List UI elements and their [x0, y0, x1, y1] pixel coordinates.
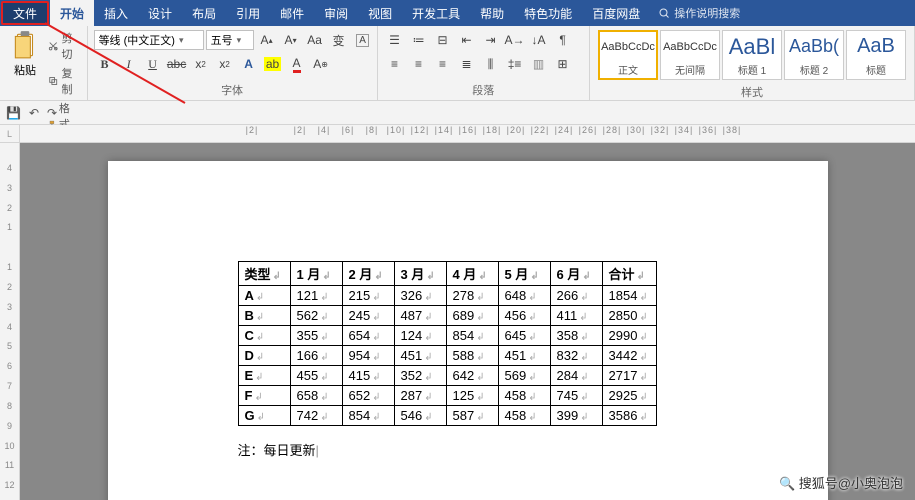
- indent-inc-button[interactable]: ⇥: [480, 30, 502, 50]
- borders-button[interactable]: ⊞: [552, 54, 574, 74]
- cut-button[interactable]: 剪切: [48, 30, 81, 62]
- tab-帮助[interactable]: 帮助: [470, 0, 514, 26]
- menu-tabs: 文件 开始 插入设计布局引用邮件审阅视图开发工具帮助特色功能百度网盘 操作说明搜…: [0, 0, 915, 26]
- bold-button[interactable]: B: [94, 54, 116, 74]
- undo-button[interactable]: ↶: [29, 106, 39, 120]
- phonetic-guide-icon[interactable]: 变: [328, 30, 350, 50]
- tab-特色功能[interactable]: 特色功能: [514, 0, 582, 26]
- group-label-font: 字体: [94, 80, 371, 100]
- style-标题 2[interactable]: AaBb(标题 2: [784, 30, 844, 80]
- show-marks-button[interactable]: ¶: [552, 30, 574, 50]
- copy-button[interactable]: 复制: [48, 65, 81, 97]
- data-table[interactable]: 类型↲1 月↲2 月↲3 月↲4 月↲5 月↲6 月↲合计↲A↲121↲215↲…: [238, 261, 657, 426]
- underline-button[interactable]: U: [142, 54, 164, 74]
- note-text: 注：每日更新|: [238, 440, 728, 459]
- enclose-char-button[interactable]: A⊕: [310, 54, 332, 74]
- style-正文[interactable]: AaBbCcDc正文: [598, 30, 658, 80]
- tab-开发工具[interactable]: 开发工具: [402, 0, 470, 26]
- italic-button[interactable]: I: [118, 54, 140, 74]
- horizontal-ruler[interactable]: |2||2||4||6||8||10||12||14||16||18||20||…: [20, 125, 915, 143]
- align-left-button[interactable]: ≡: [384, 54, 406, 74]
- group-label-styles: 样式: [596, 82, 908, 102]
- justify-button[interactable]: ≣: [456, 54, 478, 74]
- quick-access-toolbar: 💾 ↶ ↷: [0, 101, 915, 125]
- strikethrough-button[interactable]: abc: [166, 54, 188, 74]
- shrink-font-icon[interactable]: A▾: [280, 30, 302, 50]
- numbering-button[interactable]: ≔: [408, 30, 430, 50]
- text-effects-button[interactable]: A: [238, 54, 260, 74]
- watermark: 🔍 搜狐号@小奥泡泡: [779, 473, 903, 492]
- superscript-button[interactable]: x2: [214, 54, 236, 74]
- style-标题 1[interactable]: AaBl标题 1: [722, 30, 782, 80]
- align-right-button[interactable]: ≡: [432, 54, 454, 74]
- tab-视图[interactable]: 视图: [358, 0, 402, 26]
- indent-dec-button[interactable]: ⇤: [456, 30, 478, 50]
- font-size-select[interactable]: 五号▾: [206, 30, 254, 50]
- shading-button[interactable]: ▥: [528, 54, 550, 74]
- tab-home[interactable]: 开始: [50, 0, 94, 26]
- grow-font-icon[interactable]: A▴: [256, 30, 278, 50]
- font-name-select[interactable]: 等线 (中文正文)▾: [94, 30, 204, 50]
- highlight-button[interactable]: ab: [262, 54, 284, 74]
- document-area[interactable]: 类型↲1 月↲2 月↲3 月↲4 月↲5 月↲6 月↲合计↲A↲121↲215↲…: [20, 143, 915, 500]
- group-label-paragraph: 段落: [384, 80, 583, 100]
- redo-button[interactable]: ↷: [47, 106, 57, 120]
- ruler-corner: L: [0, 125, 20, 143]
- sort-button[interactable]: ↓A: [528, 30, 550, 50]
- tab-审阅[interactable]: 审阅: [314, 0, 358, 26]
- page: 类型↲1 月↲2 月↲3 月↲4 月↲5 月↲6 月↲合计↲A↲121↲215↲…: [108, 161, 828, 500]
- clear-format-icon[interactable]: A: [352, 30, 374, 50]
- tab-插入[interactable]: 插入: [94, 0, 138, 26]
- distribute-button[interactable]: ⫼: [480, 54, 502, 74]
- tab-百度网盘[interactable]: 百度网盘: [582, 0, 650, 26]
- style-标题[interactable]: AaB标题: [846, 30, 906, 80]
- multilevel-button[interactable]: ⊟: [432, 30, 454, 50]
- tab-布局[interactable]: 布局: [182, 0, 226, 26]
- style-无间隔[interactable]: AaBbCcDc无间隔: [660, 30, 720, 80]
- tab-引用[interactable]: 引用: [226, 0, 270, 26]
- vertical-ruler[interactable]: 4321123456789101112: [0, 143, 20, 500]
- save-button[interactable]: 💾: [6, 106, 21, 120]
- align-center-button[interactable]: ≡: [408, 54, 430, 74]
- tab-设计[interactable]: 设计: [138, 0, 182, 26]
- tab-邮件[interactable]: 邮件: [270, 0, 314, 26]
- ribbon: 粘贴 剪切 复制 格式刷 剪贴板 等线 (中文正文)▾ 五号▾ A▴ A▾ Aa…: [0, 26, 915, 101]
- paste-button[interactable]: 粘贴: [6, 28, 44, 80]
- subscript-button[interactable]: x2: [190, 54, 212, 74]
- tab-file[interactable]: 文件: [1, 1, 49, 25]
- change-case-icon[interactable]: Aa: [304, 30, 326, 50]
- tell-me-search[interactable]: 操作说明搜索: [658, 0, 740, 26]
- bullets-button[interactable]: ☰: [384, 30, 406, 50]
- ltr-button[interactable]: A→: [504, 30, 526, 50]
- font-color-button[interactable]: A: [286, 54, 308, 74]
- line-spacing-button[interactable]: ‡≡: [504, 54, 526, 74]
